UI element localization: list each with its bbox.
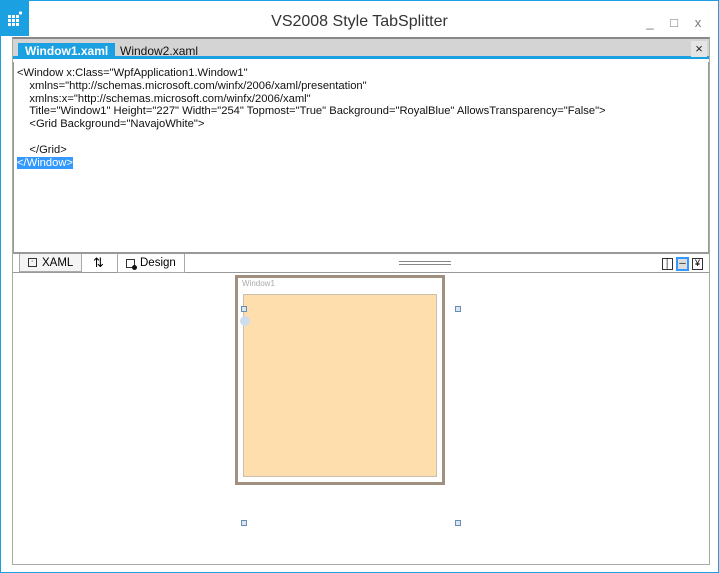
resize-handle[interactable] — [455, 520, 461, 526]
splitter-grip[interactable] — [399, 261, 451, 265]
close-button[interactable]: x — [692, 15, 704, 30]
collapse-pane-button[interactable]: ¥ — [692, 258, 703, 270]
close-tab-button[interactable]: × — [691, 41, 707, 57]
tab-window2[interactable]: Window2.xaml — [113, 43, 205, 59]
app-window: VS2008 Style TabSplitter _ □ x Window1.x… — [0, 0, 719, 573]
horizontal-split-button[interactable]: ─ — [676, 257, 689, 271]
resize-handle[interactable] — [241, 520, 247, 526]
swap-panes-button[interactable]: ⇅ — [85, 254, 112, 272]
code-line: xmlns:x="http://schemas.microsoft.com/wi… — [17, 92, 311, 105]
code-line: </Grid> — [17, 143, 67, 156]
xaml-icon: ◦ — [28, 258, 37, 267]
tab-design[interactable]: Design — [117, 254, 185, 273]
code-line: Title="Window1" Height="227" Width="254"… — [17, 105, 606, 118]
code-line: ​ — [17, 131, 705, 144]
vertical-split-button[interactable]: │ — [662, 258, 673, 270]
designer-window-title: Window1 — [242, 279, 275, 288]
xaml-editor[interactable]: <Window x:Class="WpfApplication1.Window1… — [13, 62, 709, 253]
designer-window-preview[interactable]: Window1 — [235, 275, 445, 485]
window-title: VS2008 Style TabSplitter — [271, 13, 448, 30]
selected-code-line: </Window> — [17, 156, 73, 169]
move-handle-icon[interactable] — [240, 316, 250, 326]
tab-xaml[interactable]: ◦ XAML — [19, 254, 83, 272]
designer-grid[interactable] — [243, 294, 437, 477]
minimize-button[interactable]: _ — [644, 15, 656, 30]
tab-xaml-label: XAML — [42, 256, 74, 269]
document-tabstrip: Window1.xaml Window2.xaml × — [13, 39, 709, 59]
maximize-button[interactable]: □ — [668, 15, 680, 30]
design-icon — [126, 258, 137, 270]
resize-handle[interactable] — [241, 306, 247, 312]
code-line: <Grid Background="NavajoWhite"> — [17, 118, 205, 131]
tab-window1[interactable]: Window1.xaml — [18, 43, 116, 59]
code-line: <Window x:Class="WpfApplication1.Window1… — [17, 67, 248, 79]
code-line: xmlns="http://schemas.microsoft.com/winf… — [17, 79, 367, 92]
tab-design-label: Design — [140, 257, 176, 269]
splitter-bar[interactable]: ◦ XAML ⇅ Design │ ─ ¥ — [13, 253, 709, 273]
resize-handle[interactable] — [455, 306, 461, 312]
